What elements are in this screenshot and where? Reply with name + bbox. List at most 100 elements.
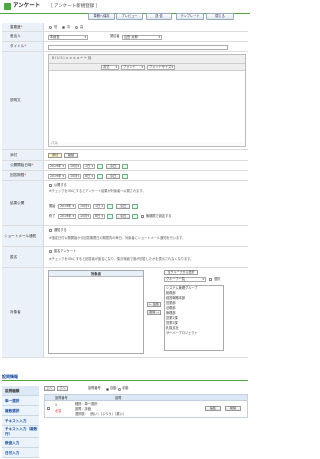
questions-section-header: 設問情報 bbox=[2, 374, 248, 381]
select-all-label: 選択 bbox=[214, 276, 221, 281]
select-all-checkbox[interactable] bbox=[209, 278, 212, 281]
importance-low-radio[interactable] bbox=[49, 26, 52, 29]
result-start-year[interactable]: 2019年 bbox=[58, 204, 76, 209]
target-add-button[interactable]: ← 追加 bbox=[147, 302, 161, 307]
result-unlimited-checkbox[interactable] bbox=[141, 215, 144, 218]
col-question: 設問 bbox=[115, 395, 122, 400]
start-clock-icon[interactable] bbox=[122, 163, 128, 169]
sender-row: 差出人 本部営 発信者 山田 太郎 bbox=[2, 32, 248, 42]
close-button[interactable]: 閉じる bbox=[206, 13, 234, 20]
result-start-month[interactable]: 10月 bbox=[78, 204, 91, 209]
editor-path: パス: bbox=[51, 141, 59, 145]
move-up-button[interactable]: 上へ bbox=[44, 386, 55, 391]
end-month-select[interactable]: 10月 bbox=[68, 173, 81, 179]
question-type-textarea[interactable]: テキスト入力（複数行） bbox=[2, 426, 39, 438]
row-delete-button[interactable]: 削除 bbox=[225, 406, 241, 411]
end-today-button[interactable]: 今日 bbox=[106, 173, 120, 179]
numbering-auto-radio[interactable] bbox=[106, 387, 109, 391]
end-day-select[interactable]: 8日 bbox=[83, 173, 95, 179]
target-remove-button[interactable]: 削除 → bbox=[147, 310, 161, 315]
editor-font-select[interactable]: フォント bbox=[121, 65, 145, 70]
end-label: 回答期限 bbox=[10, 173, 25, 178]
result-publish-checkbox[interactable] bbox=[49, 184, 52, 187]
editor-body[interactable] bbox=[49, 71, 245, 142]
end-clock-icon[interactable] bbox=[122, 173, 128, 179]
result-note: ※チェックをONにするとアンケート結果が対象者へ公開されます。 bbox=[49, 189, 146, 193]
start-today-button[interactable]: 今日 bbox=[106, 163, 120, 169]
result-start-day[interactable]: 1日 bbox=[93, 204, 105, 209]
result-start-clock-icon[interactable] bbox=[132, 204, 138, 209]
sender-select[interactable]: 本部営 bbox=[48, 34, 88, 40]
result-end-calendar-icon[interactable] bbox=[107, 214, 113, 219]
numbering-manual-label: 手動 bbox=[122, 386, 129, 390]
anonymous-note: ※チェックをONにすると回答者が匿名になり、集計場面で誰が回答したかを表示されな… bbox=[49, 257, 194, 261]
row-choices: 選択肢：［良い］［ふつう］［悪い］ bbox=[75, 411, 126, 416]
group-label: 発信者 bbox=[110, 34, 120, 38]
attach-delete-button[interactable]: 削除 bbox=[64, 153, 78, 158]
target-list[interactable]: 対象者 bbox=[48, 270, 144, 354]
move-down-button[interactable]: 下へ bbox=[57, 386, 68, 391]
result-start-calendar-icon[interactable] bbox=[107, 204, 113, 209]
start-calendar-icon[interactable] bbox=[97, 163, 103, 169]
attachment-row: 添付 添付 削除 bbox=[2, 150, 248, 161]
page-header: アンケート ［ アンケート新規登録 ］ bbox=[0, 0, 250, 14]
target-list-header: 対象者 bbox=[49, 271, 143, 277]
question-types-header: 設問種類 bbox=[2, 386, 39, 396]
question-type-date[interactable]: 日付入力 bbox=[2, 448, 39, 458]
start-month-select[interactable]: 10月 bbox=[68, 163, 81, 169]
group-all-button[interactable]: 全グループから選択 bbox=[164, 270, 198, 275]
result-row: 結果公開 公開する ※チェックをONにするとアンケート結果が対象者へ公開されます… bbox=[2, 181, 248, 226]
numbering-manual-radio[interactable] bbox=[118, 387, 121, 391]
result-end-year[interactable]: 2019年 bbox=[58, 214, 76, 219]
mail-notify-label: 通知する bbox=[54, 227, 67, 232]
row-select-checkbox[interactable] bbox=[47, 407, 50, 410]
question-type-number[interactable]: 数値入力 bbox=[2, 438, 39, 448]
end-year-select[interactable]: 2019年 bbox=[48, 173, 66, 179]
rich-text-editor[interactable]: B I U S ⁞ ≡ ≡ ≡ ≡ ↶ ↷ ⛓ 書式 フォント フォントサイズ … bbox=[48, 54, 246, 147]
result-unlimited-label: 無期限で設定する bbox=[146, 213, 172, 218]
title-label: タイトル bbox=[10, 44, 25, 49]
start-year-select[interactable]: 2019年 bbox=[48, 163, 66, 169]
table-row[interactable]: 1 必須 種別：単一選択 設問：評価 選択肢：［良い］［ふつう］［悪い］ 編集 … bbox=[44, 401, 248, 418]
result-end-today-button[interactable]: 今日 bbox=[116, 214, 130, 219]
start-day-select[interactable]: 1日 bbox=[83, 163, 95, 169]
importance-mid-radio[interactable] bbox=[62, 26, 65, 29]
question-type-text[interactable]: テキスト入力 bbox=[2, 416, 39, 426]
submit-button[interactable]: 送 信 bbox=[146, 13, 172, 20]
result-end-day[interactable]: 8日 bbox=[93, 214, 105, 219]
end-calendar-icon[interactable] bbox=[97, 173, 103, 179]
group-listbox[interactable]: システム管理グループ 総務部 経営戦略本部 営業部 法務部 管理部 営業1課 営… bbox=[164, 285, 224, 351]
group-item[interactable]: サーバープロジェクト bbox=[166, 331, 198, 336]
row-question: 設問：評価 bbox=[75, 406, 91, 411]
page-title: アンケート bbox=[13, 3, 41, 9]
draft-save-button[interactable]: 草稿へ保存 bbox=[88, 13, 115, 20]
result-end-clock-icon[interactable] bbox=[132, 214, 138, 219]
title-input[interactable] bbox=[48, 44, 228, 50]
importance-high-label: 高 bbox=[80, 24, 84, 29]
anonymous-checkbox[interactable] bbox=[49, 250, 52, 253]
survey-icon bbox=[4, 3, 11, 10]
mail-notify-checkbox[interactable] bbox=[49, 229, 52, 232]
question-type-single[interactable]: 単一選択 bbox=[2, 396, 39, 406]
result-start-today-button[interactable]: 今日 bbox=[116, 204, 130, 209]
editor-size-select[interactable]: フォントサイズ bbox=[147, 65, 175, 70]
attach-add-button[interactable]: 添付 bbox=[48, 153, 62, 158]
row-edit-button[interactable]: 編集 bbox=[205, 406, 221, 411]
group-list-select[interactable]: グループ一覧 bbox=[164, 277, 206, 282]
row-type: 種別：単一選択 bbox=[75, 401, 98, 406]
anonymous-check-label: 匿名アンケート bbox=[54, 248, 77, 253]
importance-high-radio[interactable] bbox=[75, 26, 78, 29]
group-select[interactable]: 山田 太郎 bbox=[122, 34, 162, 40]
question-type-multi[interactable]: 複数選択 bbox=[2, 406, 39, 416]
result-end-month[interactable]: 10月 bbox=[78, 214, 91, 219]
mail-label: ショートメール通知 bbox=[4, 233, 37, 238]
editor-format-select[interactable]: 書式 bbox=[101, 65, 119, 70]
importance-label: 重要度 bbox=[10, 24, 21, 29]
template-button[interactable]: テンプレート bbox=[176, 13, 204, 20]
target-label: 対象者 bbox=[10, 310, 21, 315]
anonymous-row: 匿名 匿名アンケート ※チェックをONにすると回答者が匿名になり、集計場面で誰が… bbox=[2, 247, 248, 268]
editor-toolbar: B I U S ⁞ ≡ ≡ ≡ ≡ ↶ ↷ ⛓ bbox=[49, 55, 245, 64]
preview-button[interactable]: プレビュー bbox=[116, 13, 143, 20]
result-publish-label: 公開する bbox=[54, 182, 67, 187]
description-label: 説明文 bbox=[10, 98, 21, 103]
